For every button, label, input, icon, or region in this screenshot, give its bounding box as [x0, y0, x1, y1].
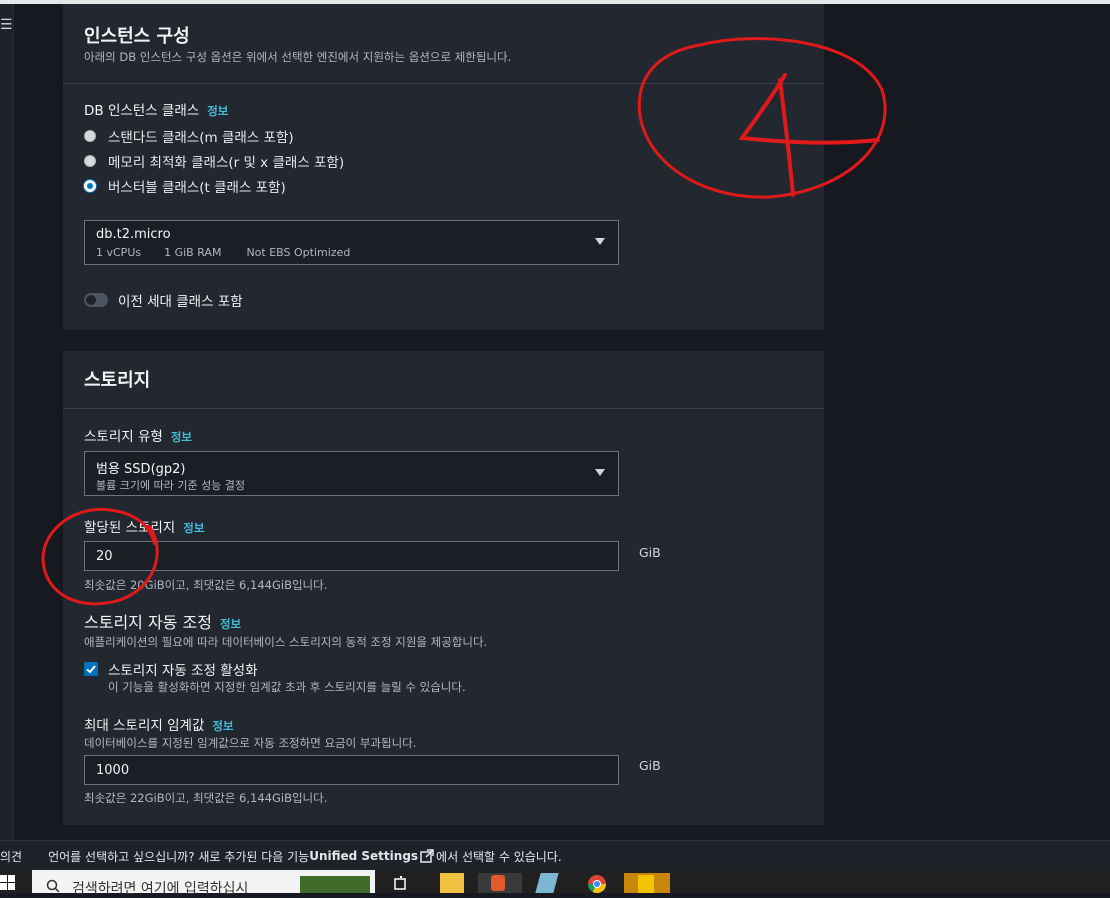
storage-type-value: 범용 SSD(gp2) — [96, 462, 186, 477]
radio-label: 스탠다드 클래스(m 클래스 포함) — [108, 130, 294, 146]
allocated-storage-hint: 최솟값은 20GiB이고, 최댓값은 6,144GiB입니다. — [84, 578, 328, 592]
toggle-knob — [86, 295, 96, 305]
search-highlight-image — [300, 876, 370, 893]
db-instance-class-label-text: DB 인스턴스 클래스 — [84, 103, 200, 119]
storage-autoscaling-description: 애플리케이션의 필요에 따라 데이터베이스 스토리지의 동적 조정 지원을 제공… — [84, 635, 488, 649]
max-storage-threshold-unit: GiB — [639, 758, 661, 773]
allocated-storage-unit: GiB — [639, 545, 661, 560]
max-storage-threshold-hint: 최솟값은 22GiB이고, 최댓값은 6,144GiB입니다. — [84, 791, 328, 805]
app-logo-icon — [491, 875, 505, 891]
max-storage-threshold-label-text: 최대 스토리지 임계값 — [84, 718, 205, 734]
radio-standard-class[interactable]: 스탠다드 클래스(m 클래스 포함) — [84, 126, 294, 146]
caret-down-icon — [595, 238, 605, 245]
info-link[interactable]: 정보 — [207, 104, 228, 118]
windows-taskbar: 검색하려면 여기에 입력하십시 — [0, 870, 1110, 897]
enable-autoscaling-description: 이 기능을 활성화하면 지정한 임계값 초과 후 스토리지를 늘릴 수 있습니다… — [108, 680, 466, 694]
max-storage-threshold-label: 최대 스토리지 임계값 정보 — [84, 714, 234, 734]
caret-down-icon — [595, 469, 605, 476]
max-storage-threshold-description: 데이터베이스를 지정된 임계값으로 자동 조정하면 요금이 부과됩니다. — [84, 736, 417, 750]
task-view-icon[interactable] — [392, 873, 414, 893]
left-rail: ☰ — [0, 4, 14, 840]
radio-burstable-class[interactable]: 버스터블 클래스(t 클래스 포함) — [84, 176, 286, 196]
instance-class-specs: 1 vCPUs 1 GiB RAM Not EBS Optimized — [96, 246, 350, 259]
active-app-icon[interactable] — [478, 873, 522, 893]
radio-label: 버스터블 클래스(t 클래스 포함) — [108, 180, 286, 196]
file-explorer-icon[interactable] — [440, 873, 464, 893]
enable-autoscaling-checkbox[interactable] — [84, 662, 98, 676]
pinned-app-icon[interactable] — [624, 873, 670, 893]
storage-autoscaling-title-text: 스토리지 자동 조정 — [84, 613, 212, 632]
instance-config-panel: 인스턴스 구성 아래의 DB 인스턴스 구성 옵션은 위에서 선택한 엔진에서 … — [63, 4, 824, 330]
radio-button[interactable] — [84, 130, 96, 142]
divider — [63, 408, 824, 409]
spec-ebs: Not EBS Optimized — [246, 246, 351, 259]
taskbar-search-placeholder: 검색하려면 여기에 입력하십시 — [72, 881, 249, 897]
previous-generation-label: 이전 세대 클래스 포함 — [118, 294, 243, 310]
instance-class-value: db.t2.micro — [96, 227, 171, 242]
db-instance-class-label: DB 인스턴스 클래스 정보 — [84, 99, 228, 119]
allocated-storage-label-text: 할당된 스토리지 — [84, 520, 176, 536]
radio-button[interactable] — [84, 155, 96, 167]
storage-autoscaling-title: 스토리지 자동 조정 정보 — [84, 609, 241, 633]
pinned-app-logo-icon — [638, 875, 654, 893]
footer-message-post: 에서 선택할 수 있습니다. — [436, 849, 562, 864]
notepad-icon[interactable] — [535, 873, 559, 893]
allocated-storage-input[interactable]: 20 — [84, 541, 619, 571]
storage-panel: 스토리지 스토리지 유형 정보 범용 SSD(gp2) 볼륨 크기에 따라 기준 … — [63, 351, 824, 825]
instance-config-description: 아래의 DB 인스턴스 구성 옵션은 위에서 선택한 엔진에서 지원하는 옵션으… — [84, 50, 512, 64]
search-icon — [46, 879, 60, 893]
spec-vcpu: 1 vCPUs — [96, 246, 142, 259]
enable-autoscaling-label: 스토리지 자동 조정 활성화 — [108, 663, 258, 679]
instance-config-title: 인스턴스 구성 — [84, 26, 190, 47]
footer-message-pre: 언어를 선택하고 싶으십니까? 새로 추가된 다음 기능 — [48, 849, 310, 864]
previous-generation-toggle[interactable] — [84, 293, 108, 307]
taskbar-search-box[interactable]: 검색하려면 여기에 입력하십시 — [32, 870, 375, 897]
storage-type-label: 스토리지 유형 정보 — [84, 425, 192, 445]
allocated-storage-label: 할당된 스토리지 정보 — [84, 516, 204, 536]
external-link-icon — [420, 849, 434, 863]
storage-type-select[interactable]: 범용 SSD(gp2) 볼륨 크기에 따라 기준 성능 결정 — [84, 451, 619, 496]
unified-settings-link[interactable]: Unified Settings — [309, 849, 418, 863]
feedback-link[interactable]: 의견 — [0, 848, 22, 865]
radio-label: 메모리 최적화 클래스(r 및 x 클래스 포함) — [108, 155, 345, 171]
divider — [63, 83, 824, 84]
max-storage-threshold-input[interactable]: 1000 — [84, 755, 619, 785]
info-link[interactable]: 정보 — [183, 521, 204, 535]
windows-start-icon[interactable] — [0, 875, 16, 891]
radio-memory-optimized-class[interactable]: 메모리 최적화 클래스(r 및 x 클래스 포함) — [84, 151, 344, 171]
spec-ram: 1 GiB RAM — [164, 246, 222, 259]
instance-class-select[interactable]: db.t2.micro 1 vCPUs 1 GiB RAM Not EBS Op… — [84, 220, 619, 265]
info-link[interactable]: 정보 — [212, 719, 233, 733]
storage-title: 스토리지 — [84, 370, 151, 391]
storage-type-label-text: 스토리지 유형 — [84, 429, 163, 445]
info-link[interactable]: 정보 — [171, 430, 192, 444]
info-link[interactable]: 정보 — [220, 617, 241, 631]
storage-type-description: 볼륨 크기에 따라 기준 성능 결정 — [96, 479, 246, 492]
check-icon — [86, 665, 96, 674]
chrome-icon[interactable] — [586, 873, 608, 893]
hamburger-menu-icon[interactable]: ☰ — [0, 18, 13, 32]
footer-bar: 의견 언어를 선택하고 싶으십니까? 새로 추가된 다음 기능 Unified … — [0, 840, 1110, 871]
radio-button-selected[interactable] — [84, 180, 96, 192]
